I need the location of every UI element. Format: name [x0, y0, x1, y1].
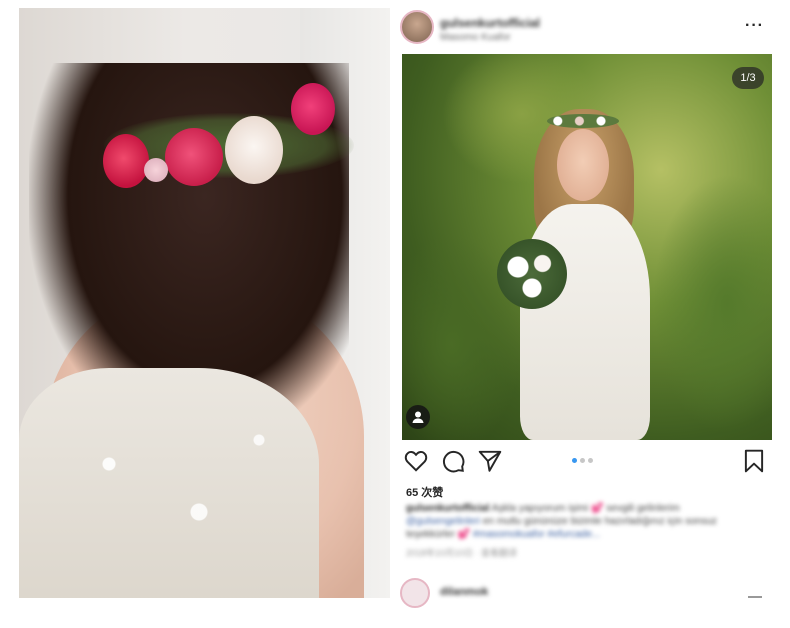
caption-mention[interactable]: @gulsengelinleri [406, 516, 480, 527]
comment-row: dilanmok [396, 576, 776, 608]
ranunculus-white [225, 116, 283, 184]
rose-pink [165, 128, 223, 186]
share-icon[interactable] [477, 448, 503, 474]
carousel-dot [580, 458, 585, 463]
post-actions [396, 446, 776, 476]
flower-crown [547, 114, 619, 128]
carousel-dot [588, 458, 593, 463]
heart-icon[interactable] [403, 448, 429, 474]
rose-red [103, 134, 149, 188]
post-caption: gulsenkurtofficial Aşkla yapıyorum işimi… [406, 502, 756, 541]
wax-flower [144, 158, 168, 182]
foliage [652, 174, 772, 434]
rose-magenta [291, 83, 335, 135]
caption-text: Aşkla yapıyorum işimi 💕 sevgili gelinler… [489, 503, 680, 514]
image-counter-badge: 1/3 [732, 67, 764, 89]
post-header: gulsenkurtofficial Masomo Kuafor ··· [396, 6, 776, 52]
more-icon[interactable]: ··· [745, 18, 764, 34]
carousel-dot-active [572, 458, 577, 463]
post-location[interactable]: Masomo Kuafor [440, 32, 511, 43]
instagram-post: gulsenkurtofficial Masomo Kuafor ··· 1/3 [396, 0, 776, 628]
lace-dress [19, 368, 319, 598]
post-time: 2018年10月10日 · 查看翻译 [406, 548, 518, 558]
bride-face [557, 129, 609, 201]
post-username[interactable]: gulsenkurtofficial [440, 16, 540, 30]
caption-username[interactable]: gulsenkurtofficial [406, 503, 489, 514]
comment-avatar[interactable] [400, 578, 430, 608]
user-tag-icon[interactable] [406, 405, 430, 429]
comment-icon[interactable] [440, 448, 466, 474]
bouquet [497, 239, 567, 309]
likes-count[interactable]: 65 次赞 [406, 484, 443, 500]
caption-hashtags[interactable]: #masomokuafor #efurcade... [473, 529, 600, 540]
product-photo-bride-back [19, 8, 390, 598]
carousel-dots [572, 458, 602, 464]
comment-more-icon[interactable] [748, 596, 762, 598]
bookmark-icon[interactable] [741, 448, 767, 474]
avatar[interactable] [400, 10, 434, 44]
post-image-bride[interactable]: 1/3 [402, 54, 772, 440]
comment-username[interactable]: dilanmok [440, 586, 488, 598]
